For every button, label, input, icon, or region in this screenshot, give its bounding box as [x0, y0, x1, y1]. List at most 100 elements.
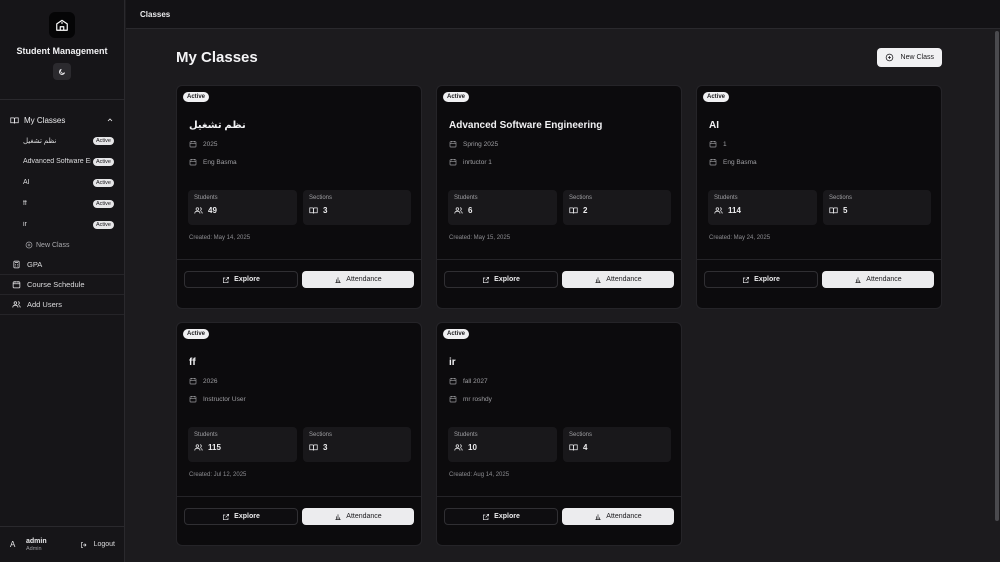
- class-instructor: mr roshdy: [449, 395, 492, 403]
- explore-label: Explore: [234, 513, 260, 520]
- sections-count: 2: [583, 206, 588, 215]
- sidebar-class-item[interactable]: ff Active: [23, 193, 114, 214]
- class-title: ff: [189, 357, 196, 368]
- sidebar-class-item[interactable]: AI Active: [23, 172, 114, 193]
- book-open-icon: [10, 117, 19, 124]
- calculator-icon: [13, 260, 20, 269]
- sections-count: 3: [323, 206, 328, 215]
- book-open-icon: [309, 207, 318, 214]
- attendance-button[interactable]: Attendance: [302, 271, 414, 288]
- sidebar-item-course-schedule[interactable]: Course Schedule: [0, 275, 124, 295]
- calendar-icon: [189, 378, 197, 385]
- sidebar-item-label: Add Users: [27, 300, 63, 309]
- logout-label: Logout: [93, 541, 115, 548]
- sections-label: Sections: [309, 195, 333, 201]
- explore-label: Explore: [754, 276, 780, 283]
- sidebar-class-item[interactable]: ir Active: [23, 214, 114, 235]
- class-instructor: Instructor User: [189, 395, 246, 403]
- attendance-button[interactable]: Attendance: [562, 508, 674, 525]
- status-badge: Active: [183, 329, 210, 339]
- created-date: Created: Jul 12, 2025: [189, 472, 247, 478]
- sidebar-class-name: نظم تشغيل: [23, 137, 57, 145]
- explore-button[interactable]: Explore: [184, 271, 298, 288]
- explore-button[interactable]: Explore: [184, 508, 298, 525]
- main-content: My Classes New Class Active نظم تشغيل 20…: [126, 29, 1000, 562]
- external-link-icon: [743, 276, 750, 283]
- attendance-label: Attendance: [606, 513, 642, 520]
- class-term: 2025: [189, 140, 217, 148]
- calendar-icon: [449, 141, 457, 148]
- class-term: 2026: [189, 377, 217, 385]
- attendance-label: Attendance: [866, 276, 902, 283]
- users-icon: [194, 444, 203, 451]
- user-footer: A admin Admin Logout: [0, 526, 125, 562]
- bar-chart-icon: [855, 276, 861, 283]
- chevron-up-icon: [107, 118, 113, 122]
- class-card: Active ir fall 2027 mr roshdy Students 1…: [436, 322, 682, 546]
- class-instructor-text: mr roshdy: [463, 395, 492, 403]
- calendar-icon: [709, 141, 717, 148]
- breadcrumb: Classes: [140, 9, 171, 19]
- status-badge: Active: [443, 92, 470, 102]
- plus-circle-icon: [885, 53, 893, 62]
- status-badge: Active: [93, 136, 114, 145]
- users-icon: [12, 301, 21, 308]
- students-count: 10: [468, 443, 477, 452]
- class-card: Active Advanced Software Engineering Spr…: [436, 85, 682, 309]
- status-badge: Active: [93, 199, 114, 208]
- students-stat: Students 6: [448, 190, 557, 225]
- attendance-label: Attendance: [606, 276, 642, 283]
- sidebar-item-add-users[interactable]: Add Users: [0, 295, 124, 315]
- sections-stat: Sections 5: [823, 190, 931, 225]
- attendance-button[interactable]: Attendance: [562, 271, 674, 288]
- logout-button[interactable]: Logout: [80, 541, 115, 549]
- explore-button[interactable]: Explore: [444, 508, 558, 525]
- users-icon: [454, 207, 463, 214]
- calendar-icon: [709, 159, 717, 166]
- class-term: fall 2027: [449, 377, 488, 385]
- sidebar-class-item[interactable]: Advanced Software Engineering Active: [23, 151, 114, 172]
- book-open-icon: [829, 207, 838, 214]
- calendar-icon: [189, 396, 197, 403]
- users-icon: [714, 207, 723, 214]
- status-badge: Active: [703, 92, 730, 102]
- calendar-icon: [449, 378, 457, 385]
- sidebar-item-gpa[interactable]: GPA: [0, 255, 124, 275]
- class-title: نظم تشغيل: [189, 120, 246, 131]
- class-title: Advanced Software Engineering: [449, 120, 603, 131]
- class-term-text: 1: [723, 140, 727, 148]
- sidebar-item-label: Course Schedule: [27, 280, 85, 289]
- attendance-button[interactable]: Attendance: [822, 271, 934, 288]
- app-title: Student Management: [16, 46, 108, 56]
- attendance-button[interactable]: Attendance: [302, 508, 414, 525]
- sidebar-new-class-link[interactable]: New Class: [23, 235, 114, 255]
- students-stat: Students 10: [448, 427, 557, 462]
- bar-chart-icon: [595, 276, 601, 283]
- sidebar-my-classes-toggle[interactable]: My Classes: [0, 112, 124, 128]
- my-classes-label: My Classes: [24, 115, 66, 125]
- sidebar-class-name: Advanced Software Engineering: [23, 158, 91, 165]
- book-open-icon: [569, 207, 578, 214]
- sections-label: Sections: [829, 195, 853, 201]
- top-bar: Classes: [126, 0, 1000, 29]
- class-card: Active AI 1 Eng Basma Students 114 Secti…: [696, 85, 942, 309]
- book-open-icon: [309, 444, 318, 451]
- students-stat: Students 115: [188, 427, 297, 462]
- explore-label: Explore: [234, 276, 260, 283]
- sidebar-nav: My Classes نظم تشغيل Active Advanced Sof…: [0, 100, 124, 315]
- sections-stat: Sections 4: [563, 427, 671, 462]
- scrollbar-thumb[interactable]: [995, 31, 999, 521]
- explore-button[interactable]: Explore: [704, 271, 818, 288]
- explore-button[interactable]: Explore: [444, 271, 558, 288]
- status-badge: Active: [93, 178, 114, 187]
- theme-toggle-button[interactable]: [53, 63, 71, 80]
- sections-stat: Sections 3: [303, 427, 411, 462]
- class-term-text: 2025: [203, 140, 218, 148]
- new-class-button[interactable]: New Class: [876, 48, 942, 67]
- students-label: Students: [454, 432, 478, 438]
- created-date: Created: May 14, 2025: [189, 235, 251, 241]
- book-open-icon: [569, 444, 578, 451]
- sections-count: 4: [583, 443, 588, 452]
- sidebar: Student Management My Classes نظم تشغيل …: [0, 0, 125, 562]
- sidebar-class-item[interactable]: نظم تشغيل Active: [23, 130, 114, 151]
